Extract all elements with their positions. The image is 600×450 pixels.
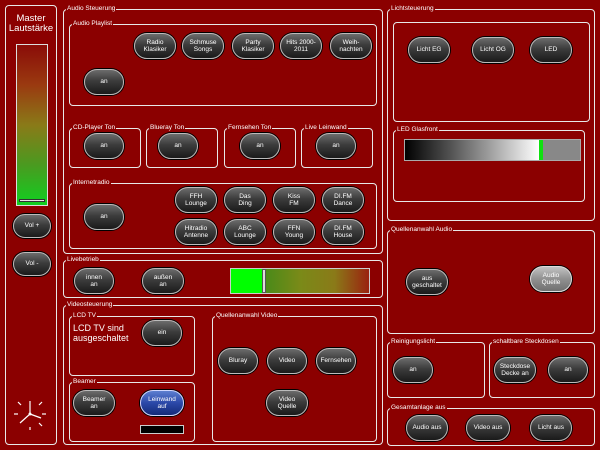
reinigungslicht-on-button[interactable]: an	[393, 357, 433, 383]
led-glasfront-handle[interactable]	[539, 140, 543, 160]
beamer-title: Beamer	[72, 378, 97, 386]
audio-aus-button[interactable]: Audio aus	[406, 415, 448, 441]
lcd-tv-status: LCD TV sind ausgeschaltet	[73, 323, 129, 343]
playlist-item-hits-2000[interactable]: Hits 2000- 2011	[280, 33, 322, 59]
licht-title: Lichtsteuerung	[390, 5, 435, 13]
fernsehen-title: Fernsehen Ton	[227, 124, 273, 132]
clock-icon	[14, 401, 46, 430]
playlist-item-radio-klasiker[interactable]: Radio Klasiker	[134, 33, 176, 59]
station-kiss-fm[interactable]: Kiss FM	[273, 187, 315, 213]
gesamtanlage-title: Gesamtanlage aus	[390, 404, 447, 412]
video-title: Videosteuerung	[66, 301, 114, 309]
vol-plus-button[interactable]: Vol +	[13, 214, 51, 238]
internetradio-title: Internetradio	[72, 179, 111, 187]
audio-quelle-button[interactable]: Audio Quelle	[530, 266, 572, 292]
leinwand-title: Live Leinwand	[304, 124, 348, 132]
station-das-ding[interactable]: Das Ding	[224, 187, 266, 213]
leinwand-auf-button[interactable]: Leinwand auf	[140, 390, 184, 416]
beamer-status-bar	[140, 425, 184, 434]
playlist-title: Audio Playlist	[72, 20, 114, 28]
internetradio-on-button[interactable]: an	[84, 204, 124, 230]
led-glasfront-slider[interactable]	[404, 139, 581, 161]
led-glasfront-title: LED Glasfront	[396, 126, 439, 134]
video-source-bluray[interactable]: Bluray	[218, 348, 258, 374]
audio-title: Audio Steuerung	[66, 5, 117, 13]
video-source-fernsehen[interactable]: Fernsehen	[316, 348, 356, 374]
beamer-on-button[interactable]: Beamer an	[73, 390, 115, 416]
steckdosen-title: schaltbare Steckdosen	[492, 338, 560, 346]
playlist-item-schmuse-songs[interactable]: Schmuse Songs	[182, 33, 224, 59]
vol-minus-button[interactable]: Vol -	[13, 252, 51, 276]
station-difm-dance[interactable]: DI.FM Dance	[322, 187, 364, 213]
licht-og-button[interactable]: Licht OG	[472, 37, 514, 63]
station-ffn-young[interactable]: FFN Young	[273, 219, 315, 245]
licht-eg-button[interactable]: Licht EG	[408, 37, 450, 63]
playlist-on-button[interactable]: an	[84, 69, 124, 95]
station-hitradio-antenne[interactable]: Hitradio Antenne	[175, 219, 217, 245]
lcd-tv-on-button[interactable]: ein	[142, 320, 182, 346]
steckdose-decke-button[interactable]: Steckdose Decke an	[494, 357, 536, 383]
aussen-on-button[interactable]: außen an	[142, 268, 184, 294]
licht-aus-button[interactable]: Licht aus	[530, 415, 572, 441]
livebetrieb-level-fill	[231, 269, 262, 293]
cd-player-on-button[interactable]: an	[84, 133, 124, 159]
video-aus-button[interactable]: Video aus	[466, 415, 510, 441]
master-title: Master Lautstärke	[8, 13, 54, 34]
quellenanwahl-video-panel	[212, 316, 377, 442]
cd-player-title: CD-Player Ton	[72, 124, 117, 132]
bluray-title: Blueray Ton	[149, 124, 186, 132]
fernsehen-on-button[interactable]: an	[240, 133, 280, 159]
video-source-video[interactable]: Video	[267, 348, 307, 374]
playlist-item-party-klasiker[interactable]: Party Klasiker	[232, 33, 274, 59]
master-volume-level	[19, 199, 45, 202]
leinwand-on-button[interactable]: an	[316, 133, 356, 159]
video-source-quelle[interactable]: Video Quelle	[266, 390, 308, 416]
led-button[interactable]: LED	[530, 37, 572, 63]
station-abc-lounge[interactable]: ABC Lounge	[224, 219, 266, 245]
livebetrieb-level-handle[interactable]	[262, 269, 266, 293]
led-glasfront-fill	[405, 140, 539, 160]
bluray-on-button[interactable]: an	[158, 133, 198, 159]
station-ffh-lounge[interactable]: FFH Lounge	[175, 187, 217, 213]
quellenanwahl-audio-title: Quellenanwahl Audio	[390, 226, 454, 234]
steckdosen-on-button[interactable]: an	[548, 357, 588, 383]
innen-on-button[interactable]: innen an	[74, 268, 114, 294]
livebetrieb-title: Livebetrieb	[66, 256, 100, 264]
playlist-item-weihnachten[interactable]: Weih- nachten	[330, 33, 372, 59]
reinigungslicht-title: Reinigungslicht	[390, 338, 437, 346]
quellenanwahl-video-title: Quellenanwahl Video	[215, 312, 279, 320]
livebetrieb-level-slider[interactable]	[230, 268, 370, 294]
master-volume-meter[interactable]	[16, 44, 48, 206]
station-difm-house[interactable]: DI.FM House	[322, 219, 364, 245]
audio-aus-geschaltet-button[interactable]: aus geschaltet	[406, 269, 448, 295]
lcd-tv-title: LCD TV	[72, 312, 97, 320]
